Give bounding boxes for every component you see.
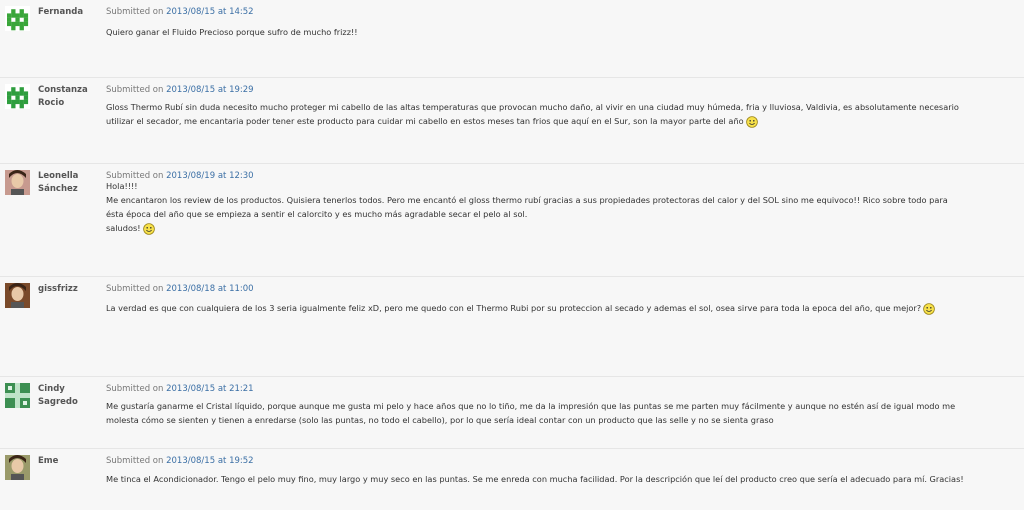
comment-item: Constanza Rocio Submitted on 2013/08/15 at… xyxy=(0,77,1024,163)
comment-date: 2013/08/15 xyxy=(166,7,216,17)
comment-author[interactable]: gissfrizz xyxy=(38,283,102,296)
avatar xyxy=(5,6,30,31)
at-word: at xyxy=(217,456,227,466)
comment-text-line: La verdad es que con cualquiera de los 3… xyxy=(106,301,1016,315)
comment-body: La verdad es que con cualquiera de los 3… xyxy=(106,301,1016,315)
comment-text-line: ésta época del año que se empieza a sent… xyxy=(106,207,1016,221)
author-name-line: Cindy xyxy=(38,384,65,394)
comment-item: gissfrizz Submitted on 2013/08/18 at 11:0… xyxy=(0,276,1024,376)
comment-list: Fernanda Submitted on 2013/08/15 at 14:52… xyxy=(0,0,1024,510)
at-word: at xyxy=(217,7,227,17)
comment-meta: Submitted on 2013/08/15 at 19:52 xyxy=(106,455,254,468)
avatar xyxy=(5,283,30,308)
comment-item: Eme Submitted on 2013/08/15 at 19:52 Me ti… xyxy=(0,448,1024,510)
comment-author[interactable]: Constanza Rocio xyxy=(38,84,102,110)
comment-author[interactable]: Eme xyxy=(38,455,102,468)
comment-text: Gloss Thermo Rubí sin duda necesito much… xyxy=(106,102,959,112)
submitted-label: Submitted on xyxy=(106,284,164,294)
comment-text: Me encantaron los review de los producto… xyxy=(106,195,948,205)
comment-text-line: Me encantaron los review de los producto… xyxy=(106,193,1016,207)
avatar xyxy=(5,170,30,195)
author-name-line: Leonella xyxy=(38,171,79,181)
author-name-line: Rocio xyxy=(38,98,65,108)
comment-time: 19:52 xyxy=(229,456,254,466)
smiley-icon xyxy=(923,302,935,315)
comment-item: Leonella Sánchez Submitted on 2013/08/19 a… xyxy=(0,163,1024,276)
author-name-line: Sagredo xyxy=(38,397,78,407)
comment-text: Hola!!!! xyxy=(106,181,138,191)
comment-text-line: utilizar el secador, me encantaria poder… xyxy=(106,114,1016,128)
smiley-icon xyxy=(745,115,758,128)
submitted-label: Submitted on xyxy=(106,384,164,394)
comment-body: Me gustaría ganarme el Cristal líquido, … xyxy=(106,399,1016,427)
comment-author[interactable]: Fernanda xyxy=(38,6,102,19)
comment-body: Me tinca el Acondicionador. Tengo el pel… xyxy=(106,472,1016,486)
comment-date: 2013/08/15 xyxy=(166,456,216,466)
comment-body: Quiero ganar el Fluido Precioso porque s… xyxy=(106,25,1016,39)
comment-meta: Submitted on 2013/08/15 at 14:52 xyxy=(106,6,254,19)
submitted-label: Submitted on xyxy=(106,456,164,466)
author-name-line: Fernanda xyxy=(38,7,84,17)
comment-date: 2013/08/15 xyxy=(166,384,216,394)
comment-permalink[interactable]: 2013/08/15 at 19:52 xyxy=(166,456,253,466)
comment-text-line: Hola!!!! xyxy=(106,179,1016,193)
submitted-label: Submitted on xyxy=(106,7,164,17)
comment-time: 21:21 xyxy=(229,384,254,394)
comment-time: 19:29 xyxy=(229,85,254,95)
comment-text: saludos! xyxy=(106,223,141,233)
comment-permalink[interactable]: 2013/08/18 at 11:00 xyxy=(166,284,253,294)
author-name-line: Constanza xyxy=(38,85,88,95)
comment-meta: Submitted on 2013/08/18 at 11:00 xyxy=(106,283,254,296)
submitted-label: Submitted on xyxy=(106,85,164,95)
avatar xyxy=(5,383,30,408)
comment-body: Gloss Thermo Rubí sin duda necesito much… xyxy=(106,100,1016,128)
comment-text-line: Quiero ganar el Fluido Precioso porque s… xyxy=(106,25,1016,39)
comment-text: ésta época del año que se empieza a sent… xyxy=(106,209,528,219)
comment-item: Cindy Sagredo Submitted on 2013/08/15 at 2… xyxy=(0,376,1024,448)
comment-text: La verdad es que con cualquiera de los 3… xyxy=(106,303,922,313)
comment-text-line: Me gustaría ganarme el Cristal líquido, … xyxy=(106,399,1016,413)
comment-text: Quiero ganar el Fluido Precioso porque s… xyxy=(106,27,358,37)
at-word: at xyxy=(217,284,227,294)
comment-author[interactable]: Leonella Sánchez xyxy=(38,170,102,196)
at-word: at xyxy=(217,85,227,95)
comment-permalink[interactable]: 2013/08/15 at 21:21 xyxy=(166,384,253,394)
comment-time: 11:00 xyxy=(229,284,254,294)
comment-time: 14:52 xyxy=(229,7,254,17)
comment-meta: Submitted on 2013/08/15 at 21:21 xyxy=(106,383,254,396)
at-word: at xyxy=(217,384,227,394)
comment-text-line: molesta cómo se sienten y tienen a enred… xyxy=(106,413,1016,427)
avatar xyxy=(5,84,30,109)
comment-date: 2013/08/18 xyxy=(166,284,216,294)
comment-text: Me tinca el Acondicionador. Tengo el pel… xyxy=(106,474,964,484)
comment-text-line: Gloss Thermo Rubí sin duda necesito much… xyxy=(106,100,1016,114)
comment-text: molesta cómo se sienten y tienen a enred… xyxy=(106,415,774,425)
comment-date: 2013/08/15 xyxy=(166,85,216,95)
comment-author[interactable]: Cindy Sagredo xyxy=(38,383,102,409)
comment-item: Fernanda Submitted on 2013/08/15 at 14:52… xyxy=(0,0,1024,77)
author-name-line: gissfrizz xyxy=(38,284,78,294)
smiley-icon xyxy=(142,222,155,235)
avatar xyxy=(5,455,30,480)
comment-meta: Submitted on 2013/08/15 at 19:29 xyxy=(106,84,254,97)
comment-text-line: saludos! xyxy=(106,221,1016,235)
author-name-line: Sánchez xyxy=(38,184,78,194)
comment-permalink[interactable]: 2013/08/15 at 19:29 xyxy=(166,85,253,95)
comment-text: utilizar el secador, me encantaria poder… xyxy=(106,116,744,126)
comment-text: Me gustaría ganarme el Cristal líquido, … xyxy=(106,401,956,411)
comment-permalink[interactable]: 2013/08/15 at 14:52 xyxy=(166,7,253,17)
author-name-line: Eme xyxy=(38,456,59,466)
comment-body: Hola!!!! Me encantaron los review de los … xyxy=(106,179,1016,235)
comment-text-line: Me tinca el Acondicionador. Tengo el pel… xyxy=(106,472,1016,486)
